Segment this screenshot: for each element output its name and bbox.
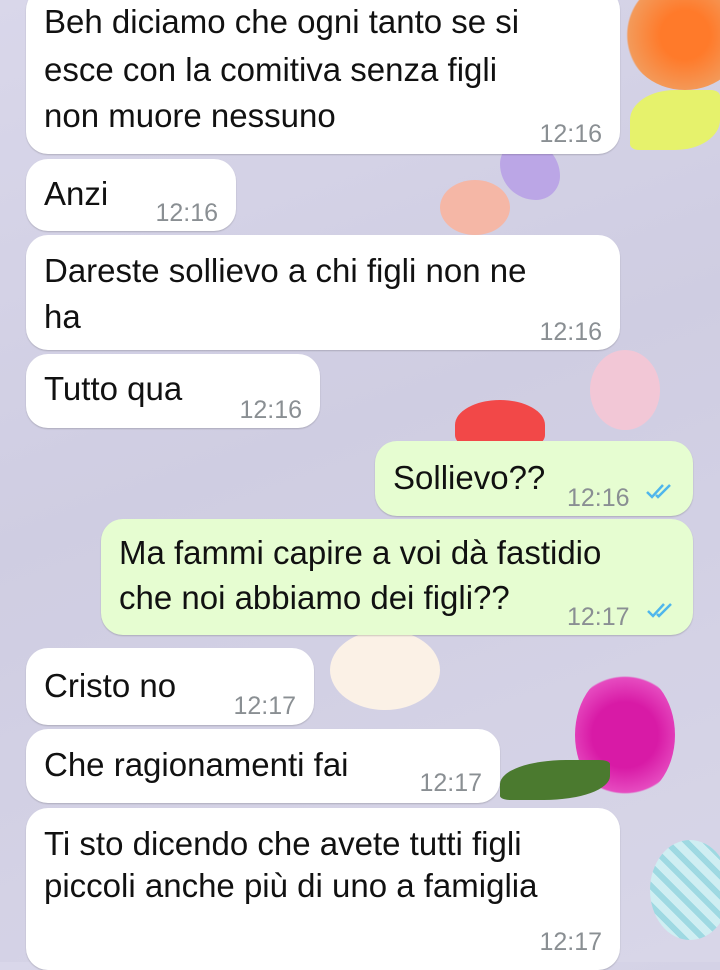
message-timestamp: 12:16 bbox=[239, 396, 302, 424]
message-text-line: Sollievo?? bbox=[393, 459, 546, 496]
flower-peach-decoration bbox=[440, 180, 510, 235]
message-text-line: Anzi bbox=[44, 175, 109, 212]
message-bubble-outgoing[interactable]: Sollievo?? 12:16 bbox=[375, 441, 693, 516]
message-text-line: ha bbox=[44, 298, 81, 335]
message-timestamp: 12:16 bbox=[567, 484, 630, 512]
message-bubble-incoming[interactable]: Ti sto dicendo che avete tutti figli pic… bbox=[26, 808, 620, 970]
leaf-green-decoration bbox=[500, 760, 610, 800]
message-text-line: che noi abbiamo dei figli?? bbox=[119, 579, 510, 616]
message-text-line: Beh diciamo che ogni tanto se si bbox=[44, 3, 520, 40]
message-timestamp: 12:17 bbox=[419, 769, 482, 797]
message-timestamp: 12:17 bbox=[567, 603, 630, 631]
message-text-line: Ti sto dicendo che avete tutti figli bbox=[44, 825, 522, 862]
message-text-line: Cristo no bbox=[44, 667, 177, 704]
message-text-line: non muore nessuno bbox=[44, 97, 336, 134]
flower-pink-decoration bbox=[590, 350, 660, 430]
message-bubble-incoming[interactable]: Dareste sollievo a chi figli non ne ha 1… bbox=[26, 235, 620, 350]
message-timestamp: 12:16 bbox=[539, 318, 602, 346]
message-bubble-incoming[interactable]: Cristo no 12:17 bbox=[26, 648, 314, 725]
message-bubble-incoming[interactable]: Tutto qua 12:16 bbox=[26, 354, 320, 428]
message-bubble-incoming[interactable]: Che ragionamenti fai 12:17 bbox=[26, 729, 500, 803]
message-bubble-incoming[interactable]: Beh diciamo che ogni tanto se si esce co… bbox=[26, 0, 620, 154]
message-text-line: Ma fammi capire a voi dà fastidio bbox=[119, 534, 602, 571]
message-timestamp: 12:16 bbox=[155, 199, 218, 227]
message-text-line: Dareste sollievo a chi figli non ne bbox=[44, 252, 527, 289]
message-timestamp: 12:17 bbox=[539, 928, 602, 956]
flower-teal-decoration bbox=[650, 840, 720, 940]
message-timestamp: 12:16 bbox=[539, 120, 602, 148]
flower-cream-decoration bbox=[330, 630, 440, 710]
message-text-line: Che ragionamenti fai bbox=[44, 746, 349, 783]
read-double-check-icon bbox=[647, 603, 672, 618]
message-bubble-outgoing[interactable]: Ma fammi capire a voi dà fastidio che no… bbox=[101, 519, 693, 635]
message-bubble-incoming[interactable]: Anzi 12:16 bbox=[26, 159, 236, 231]
leaf-yellow-decoration bbox=[630, 90, 720, 150]
message-text-line: esce con la comitiva senza figli bbox=[44, 51, 498, 88]
flower-orange-decoration bbox=[625, 0, 720, 90]
message-timestamp: 12:17 bbox=[233, 692, 296, 720]
message-text-line: piccoli anche più di uno a famiglia bbox=[44, 867, 538, 904]
message-text-line: Tutto qua bbox=[44, 370, 183, 407]
read-double-check-icon bbox=[646, 484, 671, 499]
